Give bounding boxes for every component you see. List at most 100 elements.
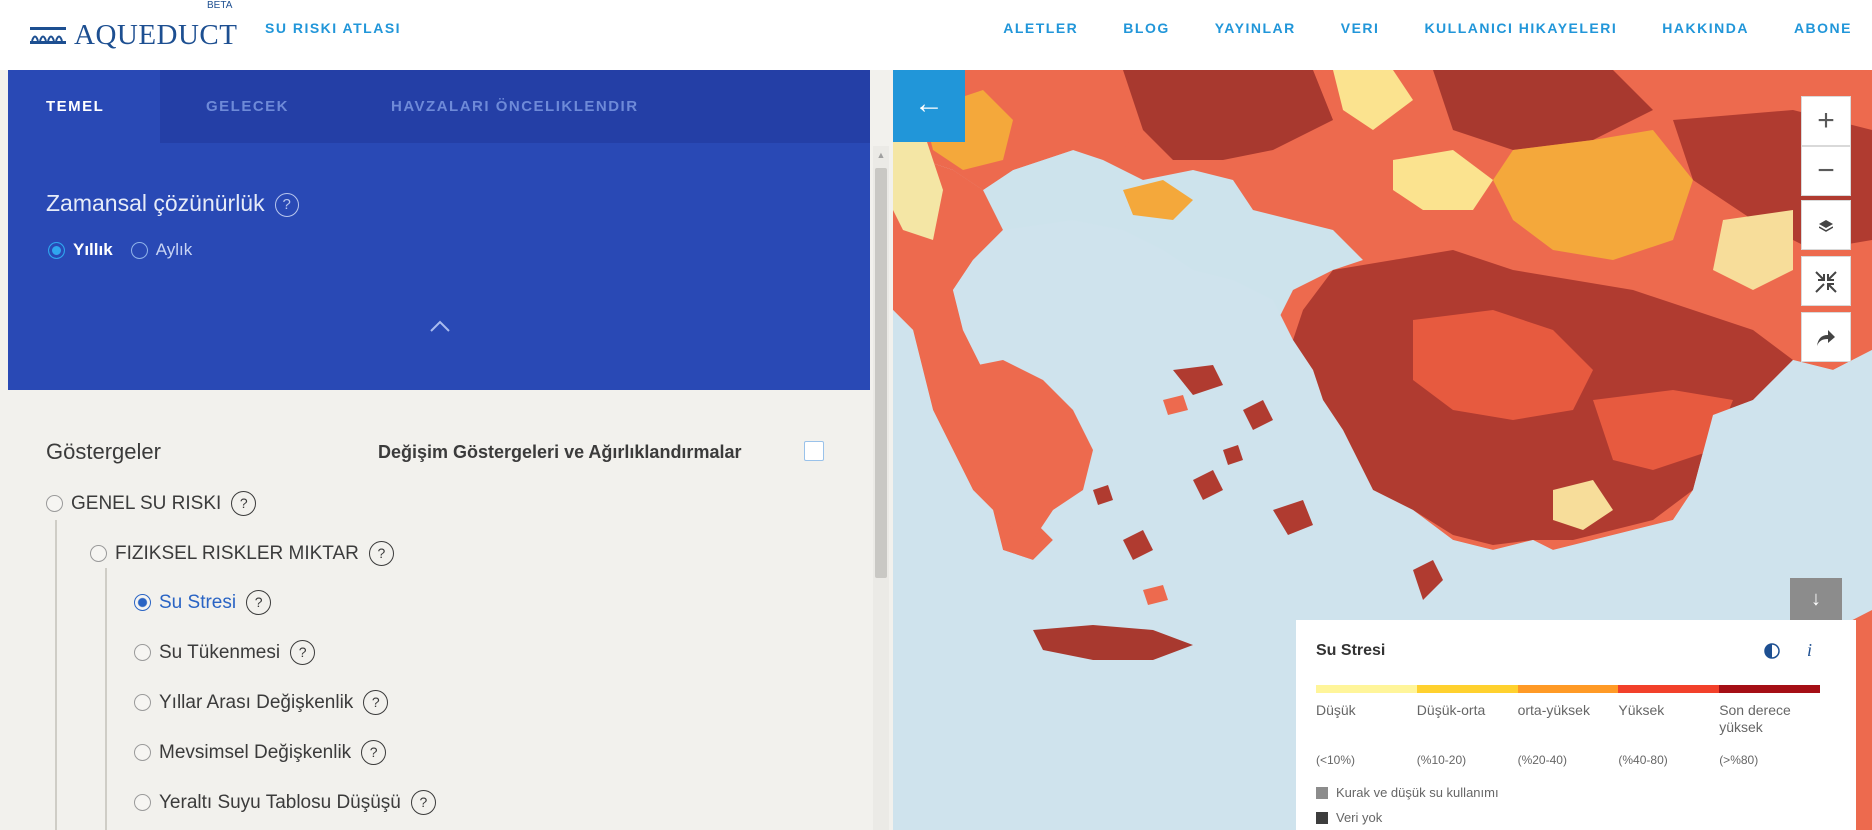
legend-category: Yüksek (%40-80) bbox=[1618, 702, 1719, 769]
radio-su-stresi[interactable] bbox=[134, 594, 151, 611]
option-mevsimsel-degiskenlik[interactable]: Mevsimsel Değişkenlik ? bbox=[134, 740, 387, 765]
tab-havzalari-onceliklendir[interactable]: HAVZALARI ÖNCELIKLENDIR bbox=[353, 70, 677, 143]
option-label: Mevsimsel Değişkenlik bbox=[159, 741, 352, 763]
temporal-radio-group: Yıllık Aylık bbox=[48, 240, 192, 260]
top-header: AQUEDUCT BETA SU RISKI ATLASI ALETLER BL… bbox=[0, 0, 1872, 70]
legend-color-bar bbox=[1316, 685, 1820, 693]
legend-category-label: Düşük-orta bbox=[1416, 702, 1486, 718]
download-button[interactable]: ↓ bbox=[1790, 578, 1842, 620]
change-indicators-label[interactable]: Değişim Göstergeleri ve Ağırlıklandırmal… bbox=[378, 442, 741, 463]
scroll-up-arrow[interactable]: ▲ bbox=[876, 150, 886, 160]
collapse-arrows-icon bbox=[1815, 271, 1837, 293]
temporal-resolution-label: Zamansal çözünürlük bbox=[46, 190, 265, 216]
help-icon[interactable]: ? bbox=[363, 690, 389, 715]
legend-category: Düşük (<10%) bbox=[1316, 702, 1417, 769]
radio-aylik-label[interactable]: Aylık bbox=[156, 240, 193, 260]
option-label: FIZIKSEL RISKLER MIKTAR bbox=[115, 542, 359, 564]
legend-category-label: Düşük bbox=[1316, 702, 1356, 718]
radio-yillik-label[interactable]: Yıllık bbox=[73, 240, 113, 260]
layers-button[interactable] bbox=[1801, 200, 1851, 250]
legend-swatch bbox=[1517, 685, 1619, 693]
legend-category-label: Yüksek bbox=[1618, 702, 1665, 718]
back-arrow-button[interactable]: ← bbox=[893, 70, 965, 142]
option-label: Su Tükenmesi bbox=[159, 641, 281, 663]
nav-aletler[interactable]: ALETLER bbox=[1003, 20, 1078, 36]
legend-extra-label: Kurak ve düşük su kullanımı bbox=[1336, 785, 1499, 800]
help-icon[interactable]: ? bbox=[368, 541, 394, 566]
legend-swatch bbox=[1316, 811, 1328, 824]
indicators-title: Göstergeler bbox=[46, 439, 161, 464]
help-icon[interactable]: ? bbox=[290, 640, 316, 665]
layers-icon bbox=[1818, 220, 1834, 232]
zoom-in-button[interactable]: + bbox=[1801, 96, 1851, 146]
legend-category-label: Son derece yüksek bbox=[1719, 702, 1791, 735]
nav-kullanici-hikayeleri[interactable]: KULLANICI HIKAYELERI bbox=[1424, 20, 1617, 36]
radio-yeralti-suyu-tablosu-dususu[interactable] bbox=[134, 794, 151, 811]
left-panel: TEMEL GELECEK HAVZALARI ÖNCELIKLENDIR Za… bbox=[0, 70, 893, 830]
help-icon[interactable]: ? bbox=[246, 590, 272, 615]
legend-swatch bbox=[1416, 685, 1518, 693]
legend-swatch bbox=[1719, 685, 1820, 693]
settings-panel: TEMEL GELECEK HAVZALARI ÖNCELIKLENDIR Za… bbox=[8, 70, 870, 390]
scroll-thumb[interactable] bbox=[875, 168, 887, 578]
help-icon[interactable]: ? bbox=[274, 192, 299, 217]
zoom-out-button[interactable]: − bbox=[1801, 146, 1851, 196]
nav-blog[interactable]: BLOG bbox=[1123, 20, 1169, 36]
radio-yillar-arasi-degiskenlik[interactable] bbox=[134, 694, 151, 711]
legend-category: Son derece yüksek (>%80) bbox=[1719, 702, 1820, 769]
tab-gelecek[interactable]: GELECEK bbox=[168, 70, 327, 143]
share-icon bbox=[1817, 330, 1835, 347]
tree-line-2 bbox=[105, 568, 107, 830]
aqueduct-logo-icon bbox=[30, 27, 66, 44]
nav-hakkinda[interactable]: HAKKINDA bbox=[1662, 20, 1749, 36]
panel-scrollbar[interactable]: ▲ bbox=[873, 146, 889, 830]
nav-abone[interactable]: ABONE bbox=[1794, 20, 1852, 36]
option-su-tukenmesi[interactable]: Su Tükenmesi ? bbox=[134, 640, 316, 665]
radio-aylik[interactable] bbox=[130, 241, 148, 259]
radio-yillik[interactable] bbox=[48, 241, 65, 259]
legend-category-range: (%40-80) bbox=[1618, 753, 1668, 767]
radio-fiziksel-riskler-miktar[interactable] bbox=[90, 545, 107, 562]
chevron-up-icon[interactable] bbox=[428, 315, 452, 339]
option-label: Yeraltı Suyu Tablosu Düşüşü bbox=[159, 791, 401, 813]
option-su-stresi[interactable]: Su Stresi ? bbox=[134, 590, 272, 615]
map-region bbox=[1123, 180, 1193, 220]
tab-temel[interactable]: TEMEL bbox=[8, 70, 160, 143]
legend-category: Düşük-orta (%10-20) bbox=[1417, 702, 1518, 769]
logo-text: AQUEDUCT bbox=[74, 18, 238, 51]
top-nav: ALETLER BLOG YAYINLAR VERI KULLANICI HIK… bbox=[958, 20, 1852, 36]
legend-swatch bbox=[1316, 786, 1328, 799]
help-icon[interactable]: ? bbox=[410, 790, 436, 815]
option-yeralti-suyu-tablosu-dususu[interactable]: Yeraltı Suyu Tablosu Düşüşü ? bbox=[134, 790, 436, 815]
aqueduct-logo[interactable]: AQUEDUCT bbox=[30, 10, 238, 60]
beta-badge: BETA bbox=[207, 0, 233, 11]
legend-category-range: (%10-20) bbox=[1416, 753, 1467, 767]
legend-swatch bbox=[1316, 685, 1417, 693]
help-icon[interactable]: ? bbox=[361, 740, 387, 765]
option-yillar-arasi-degiskenlik[interactable]: Yıllar Arası Değişkenlik ? bbox=[134, 690, 389, 715]
option-fiziksel-riskler-miktar[interactable]: FIZIKSEL RISKLER MIKTAR ? bbox=[90, 541, 394, 566]
option-genel-su-riski[interactable]: GENEL SU RISKI ? bbox=[46, 491, 257, 516]
collapse-button[interactable] bbox=[1801, 256, 1851, 306]
map-legend: Su Stresi i Düşük (<10%) Düşük-orta (%10… bbox=[1296, 620, 1856, 830]
nav-yayinlar[interactable]: YAYINLAR bbox=[1215, 20, 1296, 36]
legend-extra-nodata: Veri yok bbox=[1316, 810, 1382, 825]
app-name[interactable]: SU RISKI ATLASI bbox=[265, 20, 401, 36]
option-label: GENEL SU RISKI bbox=[71, 492, 222, 514]
radio-mevsimsel-degiskenlik[interactable] bbox=[134, 744, 151, 761]
option-label: Su Stresi bbox=[159, 591, 237, 613]
nav-veri[interactable]: VERI bbox=[1341, 20, 1380, 36]
tab-bar: TEMEL GELECEK HAVZALARI ÖNCELIKLENDIR bbox=[8, 70, 870, 143]
tree-line-1 bbox=[55, 520, 57, 830]
radio-genel-su-riski[interactable] bbox=[46, 495, 63, 512]
legend-categories: Düşük (<10%) Düşük-orta (%10-20) orta-yü… bbox=[1316, 702, 1820, 769]
legend-icons: i bbox=[1764, 640, 1812, 661]
help-icon[interactable]: ? bbox=[231, 491, 257, 516]
change-indicators-checkbox[interactable] bbox=[804, 441, 824, 461]
legend-category: orta-yüksek (%20-40) bbox=[1518, 702, 1619, 769]
info-icon[interactable]: i bbox=[1807, 640, 1812, 660]
radio-su-tukenmesi[interactable] bbox=[134, 644, 151, 661]
legend-category-range: (>%80) bbox=[1719, 753, 1759, 767]
share-button[interactable] bbox=[1801, 312, 1851, 362]
contrast-icon[interactable] bbox=[1764, 643, 1780, 659]
